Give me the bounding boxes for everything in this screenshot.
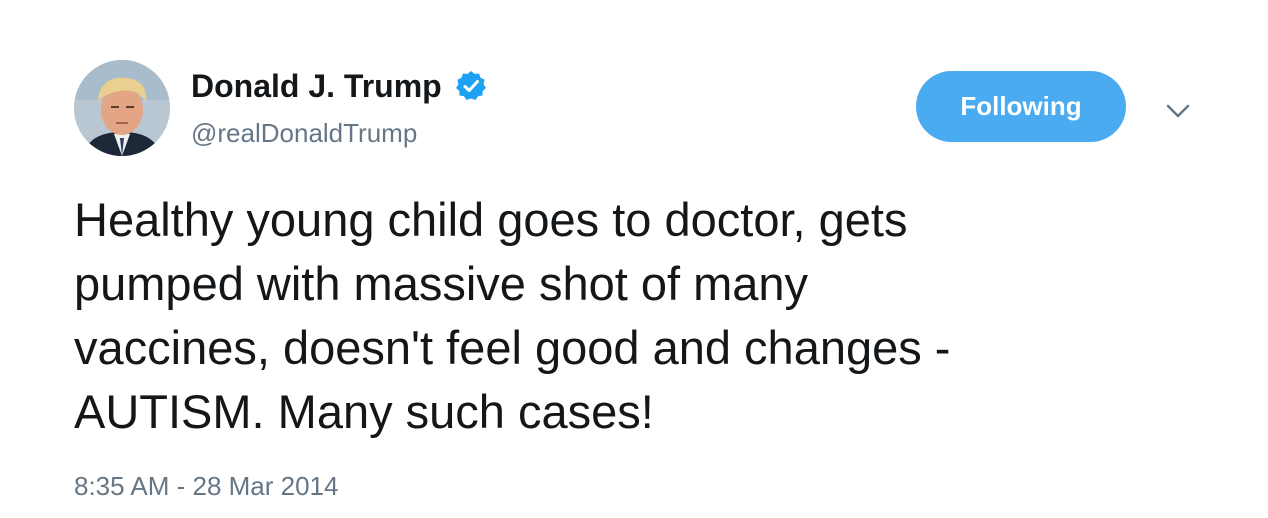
author-name-row[interactable]: Donald J. Trump xyxy=(191,66,488,106)
tweet-text: Healthy young child goes to doctor, gets… xyxy=(74,188,1194,444)
avatar[interactable] xyxy=(74,60,170,156)
tweet-text-line: AUTISM. Many such cases! xyxy=(74,385,654,438)
display-name[interactable]: Donald J. Trump xyxy=(191,66,442,106)
chevron-down-icon[interactable] xyxy=(1163,96,1193,126)
following-button[interactable]: Following xyxy=(916,71,1126,142)
avatar-photo xyxy=(74,60,170,156)
verified-badge-icon xyxy=(454,69,488,103)
tweet-card: Donald J. Trump @realDonaldTrump Followi… xyxy=(0,0,1268,518)
author-handle[interactable]: @realDonaldTrump xyxy=(191,117,417,149)
tweet-text-line: vaccines, doesn't feel good and changes … xyxy=(74,321,951,374)
tweet-timestamp[interactable]: 8:35 AM - 28 Mar 2014 xyxy=(74,469,338,503)
tweet-text-line: pumped with massive shot of many xyxy=(74,257,809,310)
tweet-text-line: Healthy young child goes to doctor, gets xyxy=(74,193,908,246)
